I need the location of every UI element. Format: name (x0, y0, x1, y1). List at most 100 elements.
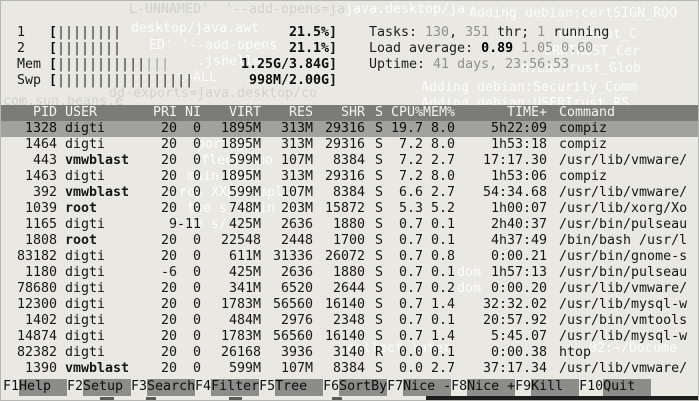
cell-pid: 1464 (9, 137, 57, 153)
cell-time: 5:45.07 (455, 329, 547, 345)
cell-user: digti (57, 217, 141, 233)
tasks-line: Tasks: 130, 351 thr; 1 running (369, 25, 609, 41)
column-header-pid[interactable]: PID (9, 105, 57, 121)
process-row-1808[interactable]: 1808root2002254824481700S0.70.14h37:49/b… (1, 233, 698, 249)
fn-action-sortby-button[interactable]: SortBy (339, 379, 387, 396)
cell-shr: 26072 (313, 249, 365, 265)
process-row-83182[interactable]: 83182digti200611M3133626072S0.70.80:00.2… (1, 249, 698, 265)
cell-pri: 20 (141, 361, 177, 377)
column-header-pri[interactable]: PRI (141, 105, 177, 121)
column-header-s[interactable]: S (365, 105, 383, 121)
column-header-res[interactable]: RES (261, 105, 313, 121)
meter-value: 21.5% (289, 25, 329, 41)
cell-st: S (365, 297, 383, 313)
cell-res: 31336 (261, 249, 313, 265)
meter-label: 1 (17, 25, 49, 41)
column-header-user[interactable]: USER (57, 105, 141, 121)
cell-time: 17:17.30 (455, 153, 547, 169)
cell-res: 313M (261, 137, 313, 153)
cell-time: 2h40:37 (455, 217, 547, 233)
load-average-line-segment: 1.05 0.60 (521, 41, 593, 56)
process-row-392[interactable]: 392vmwblast200599M107M8384S6.62.754:34.6… (1, 185, 698, 201)
meter-bar: ||||||||21.1% (57, 41, 329, 57)
cell-user: digti (57, 345, 141, 361)
cell-virt: 1895M (201, 169, 261, 185)
cell-st: S (365, 313, 383, 329)
tasks-line-segment: thr; (489, 25, 537, 40)
cell-shr: 2644 (313, 281, 365, 297)
cell-res: 107M (261, 361, 313, 377)
cell-shr: 16140 (313, 329, 365, 345)
cell-cmd: /usr/lib/xorg/Xo (547, 201, 698, 217)
cell-shr: 15872 (313, 201, 365, 217)
cell-cmd: /usr/lib/vmware/ (547, 361, 698, 377)
process-row-78680[interactable]: 78680digti200341M65202644S0.70.20:00.20/… (1, 281, 698, 297)
column-header-mem[interactable]: MEM% (423, 105, 455, 121)
cell-time: 32:32.02 (455, 297, 547, 313)
meter-open-bracket: [ (49, 73, 57, 89)
bottom-tick-4 (332, 397, 342, 401)
process-row-1464[interactable]: 1464digti2001895M313M29316S7.28.01h53:18… (1, 137, 698, 153)
fn-action-kill-button[interactable]: Kill (531, 379, 579, 396)
process-row-1463[interactable]: 1463digti2001895M313M29316S7.28.01h53:06… (1, 169, 698, 185)
process-table-body: 1328digti2001895M313M29316S19.78.05h22:0… (1, 121, 698, 377)
process-row-14874[interactable]: 14874digti2001783M5656016140S0.71.45:45.… (1, 329, 698, 345)
cell-cmd: /usr/lib/vmware/ (547, 281, 698, 297)
column-header-time[interactable]: TIME+ (455, 105, 547, 121)
fn-key-f6: F6 (323, 379, 339, 396)
fn-action-setup-button[interactable]: Setup (83, 379, 131, 396)
cell-cpu: 0.7 (383, 281, 423, 297)
meter-pipes: ||||||||||||||||| (57, 73, 193, 88)
cell-cpu: 5.3 (383, 201, 423, 217)
fn-action-quit-button[interactable]: Quit (603, 379, 651, 396)
column-header-shr[interactable]: SHR (313, 105, 365, 121)
process-row-1165[interactable]: 1165digti9-11425M26361880S0.70.12h40:37/… (1, 217, 698, 233)
process-row-1402[interactable]: 1402digti200484M29762348S0.70.120:57.92/… (1, 313, 698, 329)
fn-action-search-button[interactable]: Search (147, 379, 195, 396)
cell-pid: 443 (9, 153, 57, 169)
column-header-cpu[interactable]: CPU% (383, 105, 423, 121)
cell-virt: 611M (201, 249, 261, 265)
meter-cpu1: 1 [||||||||21.5%] (17, 25, 353, 41)
cell-mem: 0.1 (423, 233, 455, 249)
column-header-ni[interactable]: NI (177, 105, 201, 121)
cell-ni: 0 (177, 281, 201, 297)
fn-action-nice-+-button[interactable]: Nice + (467, 379, 515, 396)
cell-ni: 0 (177, 185, 201, 201)
process-row-1390[interactable]: 1390vmwblast200599M107M8384S0.02.737:17.… (1, 361, 698, 377)
process-row-1039[interactable]: 1039root200748M203M15872S5.35.21h00:07/u… (1, 201, 698, 217)
cell-shr: 2348 (313, 313, 365, 329)
cell-ni: 0 (177, 153, 201, 169)
fn-key-f2: F2 (67, 379, 83, 396)
cell-mem: 0.1 (423, 345, 455, 361)
column-header-command[interactable]: Command (547, 105, 698, 121)
process-row-82382[interactable]: 82382digti2002616839363140R0.00.10:00.38… (1, 345, 698, 361)
column-header-virt[interactable]: VIRT (201, 105, 261, 121)
process-row-1328[interactable]: 1328digti2001895M313M29316S19.78.05h22:0… (1, 121, 698, 137)
fn-action-help-button[interactable]: Help (19, 379, 67, 396)
cell-virt: 26168 (201, 345, 261, 361)
cell-virt: 1783M (201, 297, 261, 313)
meter-fill: ||||||||||||||||| (57, 73, 193, 89)
cell-st: S (365, 281, 383, 297)
fn-action-nice---button[interactable]: Nice - (403, 379, 451, 396)
fn-key-f3: F3 (131, 379, 147, 396)
cell-cpu: 0.7 (383, 329, 423, 345)
cell-shr: 1880 (313, 265, 365, 281)
cell-time: 4h37:49 (455, 233, 547, 249)
cell-res: 203M (261, 201, 313, 217)
cell-time: 0:00.38 (455, 345, 547, 361)
cell-pid: 1463 (9, 169, 57, 185)
cell-ni: 0 (177, 249, 201, 265)
process-row-443[interactable]: 443vmwblast200599M107M8384S7.22.717:17.3… (1, 153, 698, 169)
cell-res: 313M (261, 121, 313, 137)
process-row-1180[interactable]: 1180digti-60425M26361880S0.70.11h57:13/u… (1, 265, 698, 281)
fn-action-filter-button[interactable]: Filter (211, 379, 259, 396)
fn-action-tree-button[interactable]: Tree (275, 379, 323, 396)
load-average-line-segment: 0.89 (481, 41, 521, 56)
cell-time: 5h22:09 (455, 121, 547, 137)
cell-mem: 2.7 (423, 185, 455, 201)
cell-res: 3936 (261, 345, 313, 361)
cell-cpu: 7.2 (383, 169, 423, 185)
process-row-12300[interactable]: 12300digti2001783M5656016140S0.71.432:32… (1, 297, 698, 313)
